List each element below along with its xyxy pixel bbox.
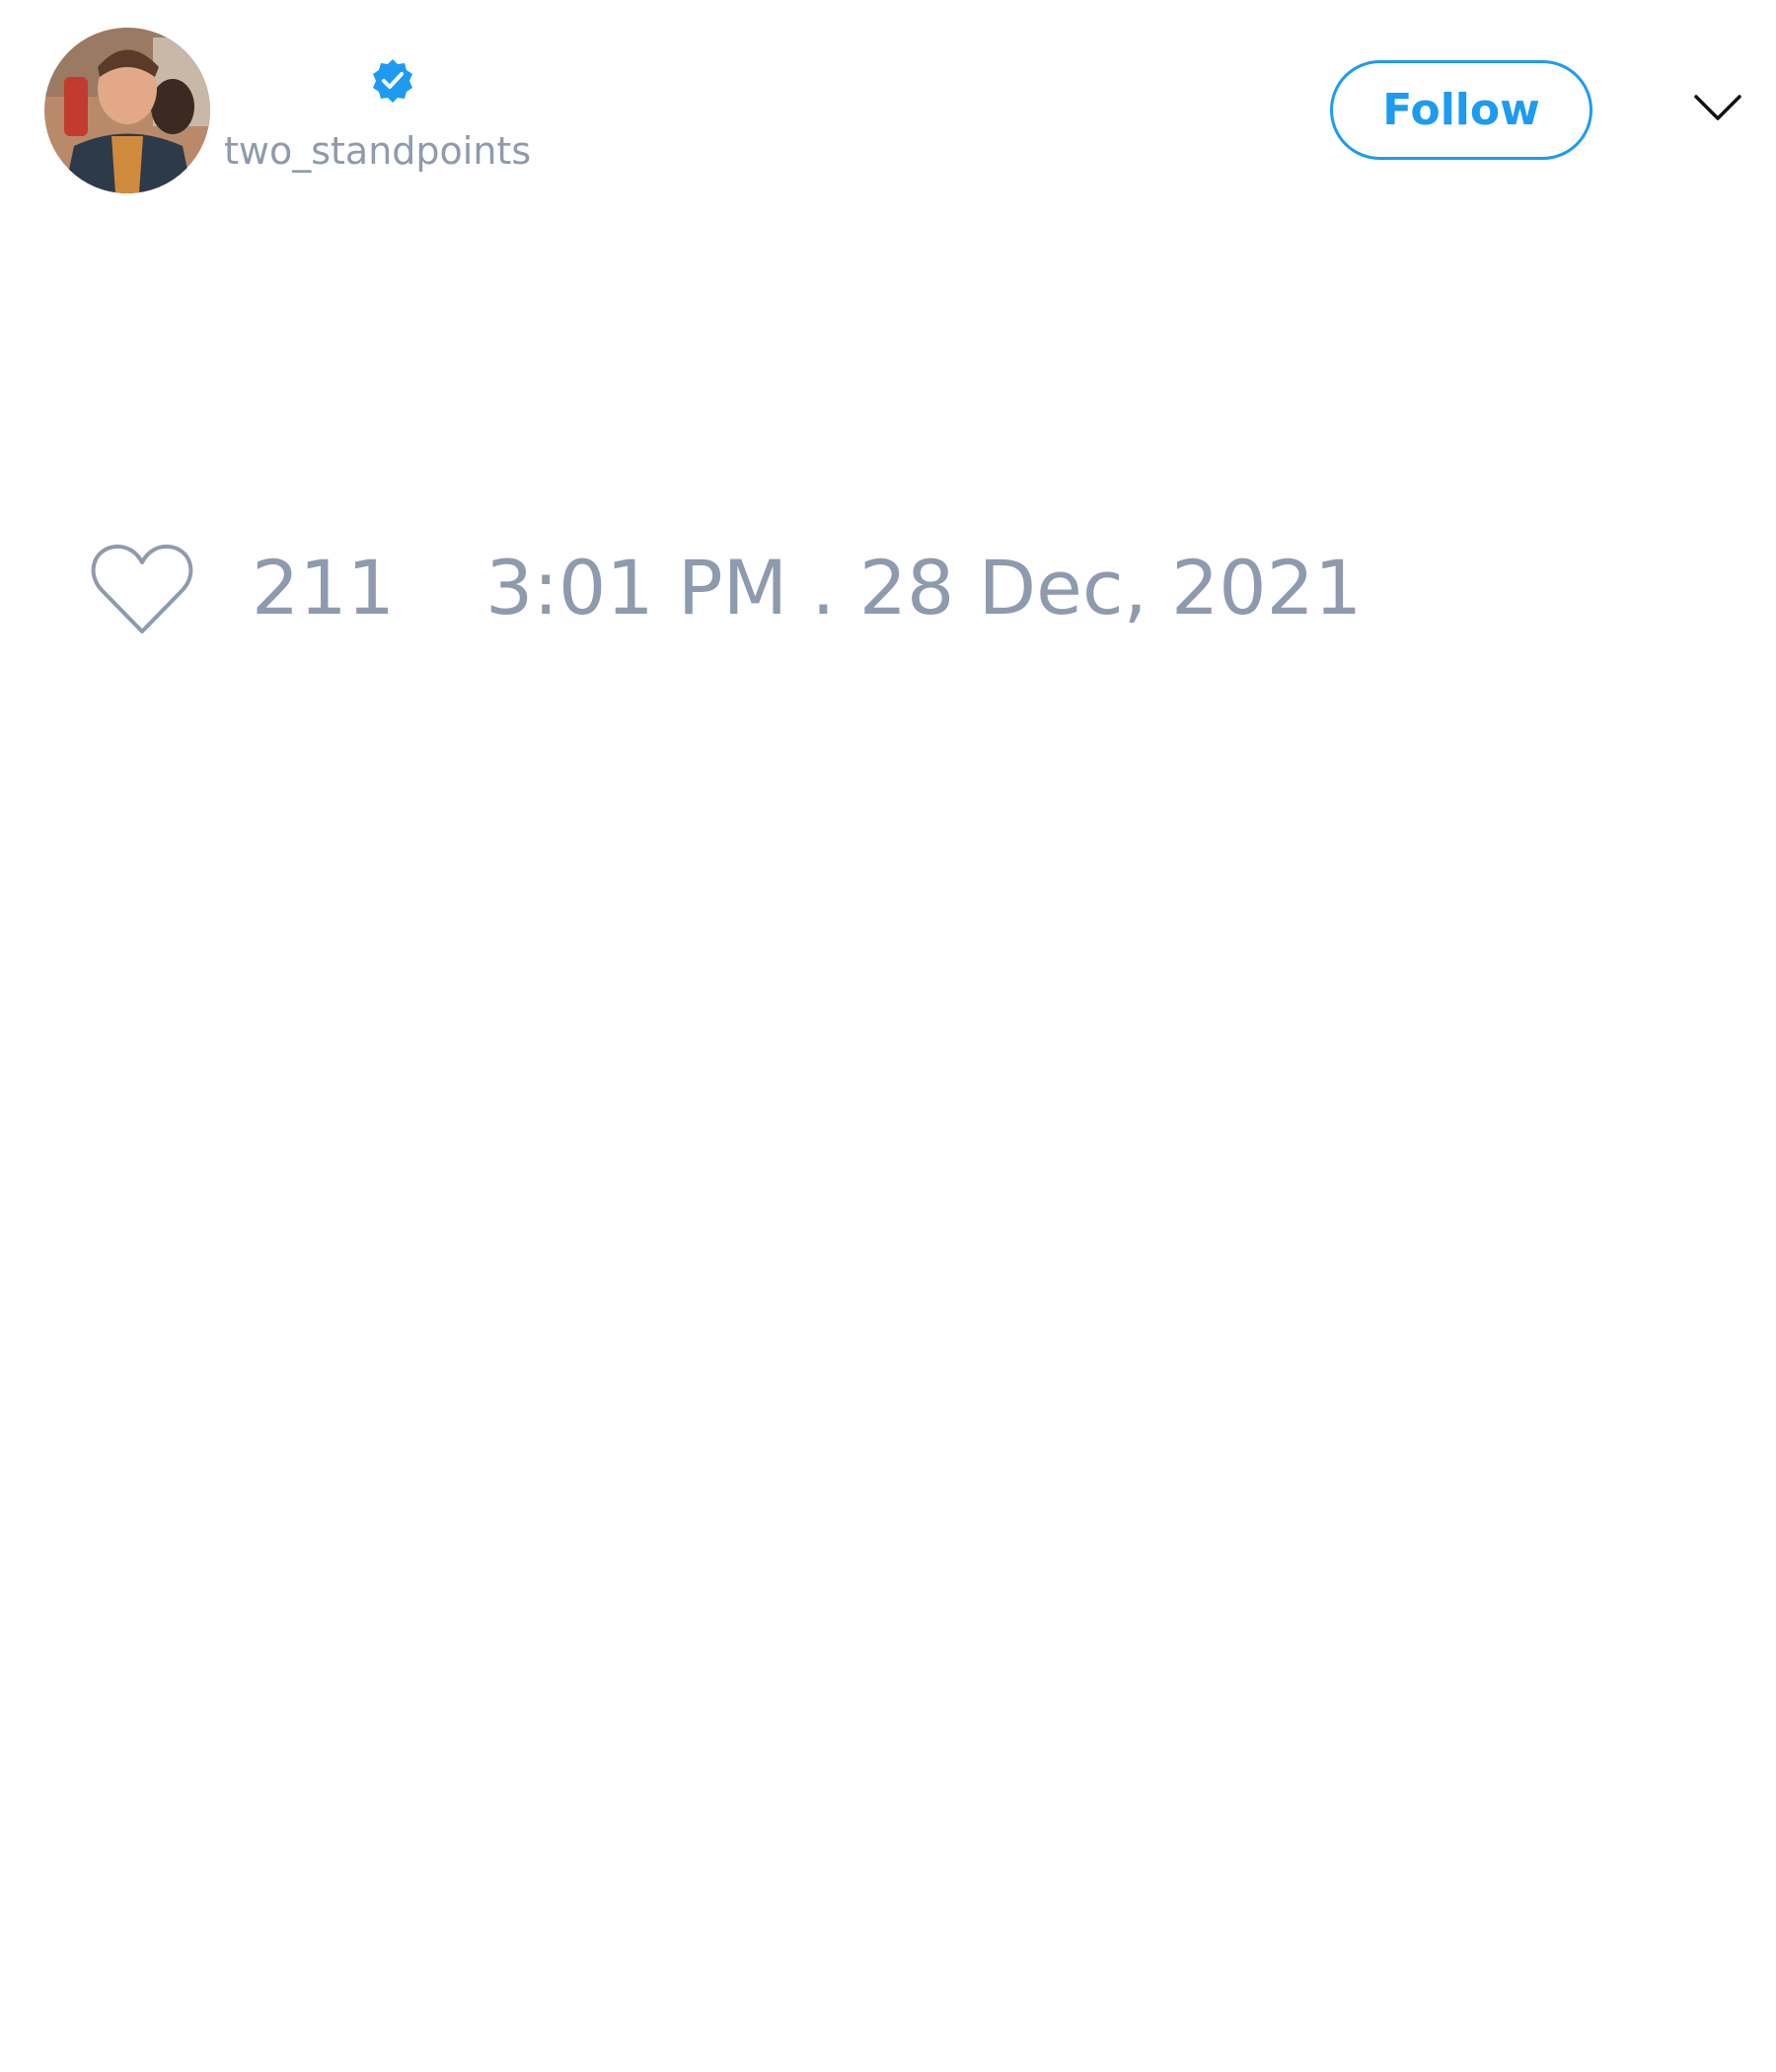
tweet-timestamp[interactable]: 3:01 PM . 28 Dec, 2021 [485,549,1362,628]
like-count: 211 [252,544,396,631]
heart-outline-icon[interactable] [88,541,196,639]
verified-badge-icon [373,59,412,103]
avatar[interactable] [44,28,210,193]
author-handle[interactable]: two_standpoints [224,128,531,174]
profile-photo [44,28,210,193]
tweet-card: two_standpoints Follow 211 3:01 PM . 28 … [0,0,1776,2072]
follow-button[interactable]: Follow [1330,60,1592,160]
chevron-down-icon[interactable] [1693,91,1742,126]
